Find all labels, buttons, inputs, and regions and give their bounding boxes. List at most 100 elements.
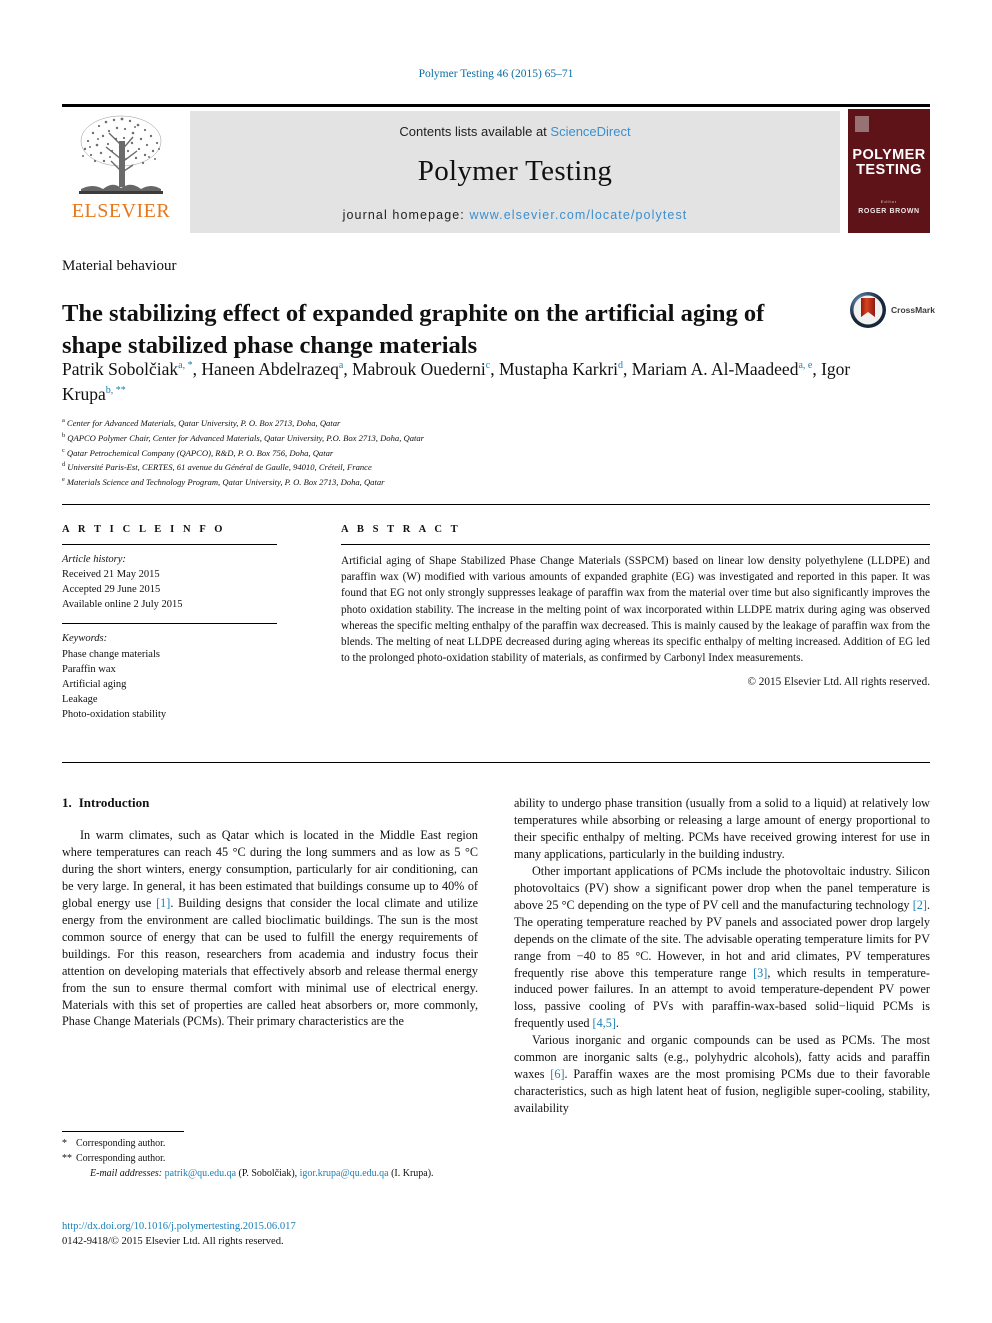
author-name: Haneen Abdelrazeq — [201, 359, 339, 379]
affiliation-item: e Materials Science and Technology Progra… — [62, 475, 762, 490]
author-item[interactable]: Patrik Sobolčiaka, * — [62, 359, 193, 379]
author-name: Mabrouk Ouederni — [352, 359, 486, 379]
article-info-rule — [62, 544, 277, 545]
keywords-block: Keywords: Phase change materials Paraffi… — [62, 631, 277, 722]
journal-homepage-line: journal homepage: www.elsevier.com/locat… — [190, 208, 840, 222]
issn-line: 0142-9418/© 2015 Elsevier Ltd. All right… — [62, 1236, 284, 1248]
article-history-label: Article history: — [62, 554, 126, 565]
citation-ref[interactable]: [4,5] — [593, 1016, 616, 1030]
keywords-label: Keywords: — [62, 633, 108, 645]
citation-ref[interactable]: [3] — [753, 966, 767, 980]
article-history-block: Article history: Received 21 May 2015 Ac… — [62, 552, 277, 612]
footnote-marker: ** — [62, 1153, 72, 1164]
affiliation-text: Université Paris-Est, CERTES, 61 avenue … — [67, 462, 372, 473]
copyright-line: © 2015 Elsevier Ltd. All rights reserved… — [747, 675, 931, 688]
journal-cover-thumbnail[interactable]: POLYMER TESTING Editor ROGER BROWN — [848, 109, 930, 233]
cover-title: POLYMER TESTING — [848, 148, 930, 177]
footnote-text: Corresponding author. — [76, 1153, 166, 1164]
sciencedirect-band: Contents lists available at ScienceDirec… — [190, 111, 840, 233]
author-marker: d — [618, 360, 624, 372]
crossmark-label: CrossMark — [891, 305, 935, 315]
section-number: 1. — [62, 795, 72, 810]
history-item: Accepted 29 June 2015 — [62, 584, 161, 596]
article-info-heading: A R T I C L E I N F O — [62, 524, 226, 535]
paragraph: ability to undergo phase transition (usu… — [514, 796, 930, 861]
keyword-item: Paraffin wax — [62, 663, 116, 675]
email-label: E-mail addresses: — [90, 1168, 163, 1179]
email-link-2[interactable]: igor.krupa@qu.edu.qa — [300, 1168, 389, 1179]
abstract-rule — [341, 544, 930, 545]
paragraph: Various inorganic and organic compounds … — [514, 1033, 930, 1116]
body-right-column: ability to undergo phase transition (usu… — [514, 795, 930, 1117]
paper-page: Polymer Testing 46 (2015) 65–71 ELSEVIER… — [0, 0, 992, 1323]
sciencedirect-link[interactable]: ScienceDirect — [550, 124, 630, 139]
author-marker: a, e — [798, 360, 813, 372]
abstract-text: Artificial aging of Shape Stabilized Pha… — [341, 555, 930, 665]
author-marker: a — [338, 360, 344, 372]
author-item[interactable]: Mabrouk Ouedernic — [352, 359, 490, 379]
journal-title[interactable]: Polymer Testing — [190, 155, 840, 188]
keyword-item: Photo-oxidation stability — [62, 708, 167, 720]
section-title: Introduction — [78, 795, 150, 810]
journal-masthead: ELSEVIER Contents lists available at Sci… — [62, 104, 930, 233]
affiliation-text: QAPCO Polymer Chair, Center for Advanced… — [67, 432, 425, 443]
affiliation-marker: a — [62, 417, 65, 424]
affiliation-marker: d — [62, 461, 66, 469]
email-link-1[interactable]: patrik@qu.edu.qa — [165, 1168, 236, 1179]
author-marker: a, * — [178, 360, 193, 372]
citation-ref[interactable]: [2] — [913, 898, 927, 912]
crossmark-badge[interactable]: CrossMark — [848, 288, 940, 332]
affiliation-marker: b — [62, 431, 66, 439]
email-owner-1: (P. Sobolčiak), — [238, 1168, 298, 1179]
affiliation-list: a Center for Advanced Materials, Qatar Un… — [62, 416, 762, 490]
author-item[interactable]: Haneen Abdelrazeqa — [201, 359, 343, 379]
author-name: Mustapha Karkri — [498, 359, 619, 379]
abstract-column: A B S T R A C T Artificial aging of Shap… — [341, 524, 930, 688]
cover-title-line1: POLYMER — [852, 147, 926, 163]
affiliation-item: c Qatar Petrochemical Company (QAPCO), R&… — [62, 446, 762, 461]
author-marker: b, ** — [105, 385, 126, 397]
author-item[interactable]: Mariam A. Al-Maadeeda, e — [632, 359, 813, 379]
doi-block: http://dx.doi.org/10.1016/j.polymertesti… — [62, 1219, 482, 1250]
crossmark-icon — [850, 292, 886, 328]
author-name: Mariam A. Al-Maadeed — [631, 359, 799, 379]
affiliation-item: a Center for Advanced Materials, Qatar Un… — [62, 416, 762, 431]
author-item[interactable]: Mustapha Karkrid — [499, 359, 623, 379]
homepage-url-link[interactable]: www.elsevier.com/locate/polytest — [469, 208, 687, 222]
author-list: Patrik Sobolčiaka, *, Haneen Abdelrazeqa… — [62, 359, 851, 404]
elsevier-logo[interactable]: ELSEVIER — [62, 111, 180, 233]
footnote-corresponding-2: ** Corresponding author. — [62, 1151, 478, 1166]
doi-link[interactable]: http://dx.doi.org/10.1016/j.polymertesti… — [62, 1219, 482, 1234]
footnotes-block: * Corresponding author. ** Corresponding a… — [62, 1136, 478, 1181]
paragraph: In warm climates, such as Qatar which is… — [62, 828, 478, 1029]
contents-prefix: Contents lists available at — [399, 124, 551, 139]
citation-ref[interactable]: [1] — [156, 896, 170, 910]
section-heading-introduction: 1. Introduction — [62, 795, 478, 811]
info-abstract-top-rule — [62, 504, 930, 505]
cover-editor-name: ROGER BROWN — [858, 208, 920, 215]
footnote-marker: * — [62, 1138, 67, 1149]
affiliation-marker: c — [62, 446, 65, 454]
author-name: Patrik Sobolčiak — [62, 359, 179, 379]
article-section-label: Material behaviour — [62, 258, 177, 274]
info-abstract-bottom-rule — [62, 762, 930, 763]
keywords-rule — [62, 623, 277, 625]
affiliation-marker: e — [62, 476, 65, 484]
affiliation-text: Qatar Petrochemical Company (QAPCO), R&D… — [66, 447, 334, 458]
email-owner-2: (I. Krupa). — [391, 1168, 434, 1179]
running-head[interactable]: Polymer Testing 46 (2015) 65–71 — [0, 68, 992, 80]
elsevier-wordmark: ELSEVIER — [71, 200, 171, 222]
elsevier-tree-icon — [79, 115, 163, 194]
contents-line: Contents lists available at ScienceDirec… — [190, 111, 840, 139]
citation-ref[interactable]: [6] — [550, 1067, 564, 1081]
abstract-heading: A B S T R A C T — [341, 524, 461, 535]
footnote-rule — [62, 1131, 184, 1132]
cover-elsevier-icon — [855, 116, 869, 132]
footnote-emails: E-mail addresses: patrik@qu.edu.qa (P. S… — [62, 1166, 478, 1181]
affiliation-text: Center for Advanced Materials, Qatar Uni… — [66, 417, 341, 428]
affiliation-item: d Université Paris-Est, CERTES, 61 avenue… — [62, 460, 762, 475]
keyword-item: Artificial aging — [62, 678, 127, 690]
footnote-corresponding-1: * Corresponding author. — [62, 1136, 478, 1151]
paragraph: Other important applications of PCMs inc… — [514, 863, 930, 1031]
footnote-text: Corresponding author. — [76, 1138, 166, 1149]
